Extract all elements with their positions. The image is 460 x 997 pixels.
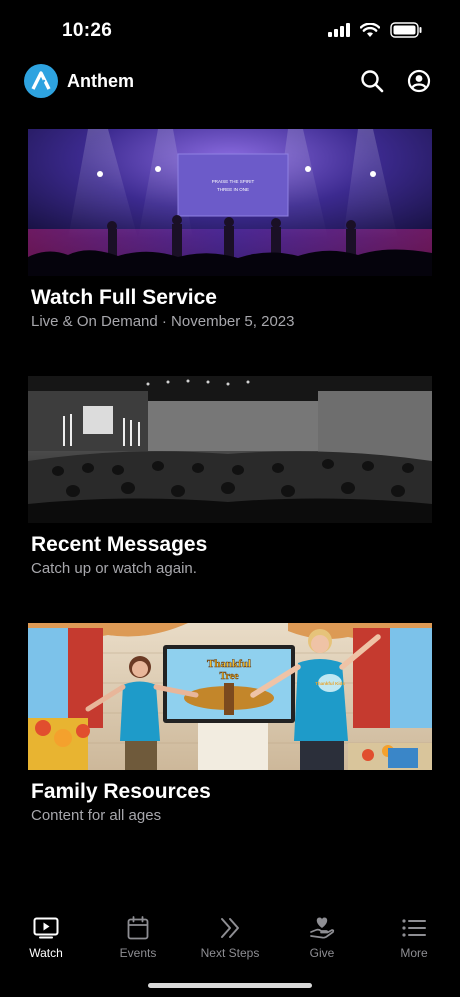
tab-more[interactable]: More xyxy=(368,915,460,960)
tab-label: Watch xyxy=(29,946,63,960)
family-resources-card[interactable]: Thankful Tree Thankful Kids Family Resou… xyxy=(28,623,432,824)
card-title: Watch Full Service xyxy=(31,286,217,309)
cellular-signal-icon xyxy=(328,23,350,37)
chevrons-right-icon xyxy=(221,918,239,938)
screen-title-1: Thankful xyxy=(207,658,251,670)
tab-give[interactable]: Give xyxy=(276,915,368,960)
recent-messages-card[interactable]: Recent Messages Catch up or watch again. xyxy=(28,376,432,577)
card-title: Family Resources xyxy=(31,780,211,803)
auditorium-image xyxy=(28,376,432,523)
home-indicator[interactable] xyxy=(148,983,312,988)
screen-line-1: PRAISE THE SPIRIT xyxy=(212,179,255,184)
menu-list-icon xyxy=(402,919,426,937)
heart-hand-icon xyxy=(310,917,335,939)
app-name: Anthem xyxy=(67,71,134,91)
app-logo xyxy=(24,64,58,98)
tab-label: More xyxy=(400,946,428,960)
play-screen-icon xyxy=(33,917,59,939)
wifi-icon xyxy=(360,22,380,37)
card-subtitle: Catch up or watch again. xyxy=(31,560,197,577)
tab-label: Give xyxy=(309,946,335,960)
tab-watch[interactable]: Watch xyxy=(0,915,92,960)
watch-full-service-card[interactable]: PRAISE THE SPIRIT THREE IN ONE Watch Ful… xyxy=(28,129,432,330)
screen-line-2: THREE IN ONE xyxy=(217,187,249,192)
tab-next-steps[interactable]: Next Steps xyxy=(184,915,276,960)
profile-icon xyxy=(407,69,431,93)
status-icons xyxy=(328,22,422,38)
status-time: 10:26 xyxy=(62,20,113,41)
card-title: Recent Messages xyxy=(31,533,208,556)
worship-service-image: PRAISE THE SPIRIT THREE IN ONE xyxy=(28,129,432,276)
anthem-logo-icon xyxy=(31,71,51,90)
calendar-icon xyxy=(127,916,149,940)
tab-label: Next Steps xyxy=(200,946,260,960)
battery-icon xyxy=(390,22,422,38)
search-button[interactable] xyxy=(359,68,385,94)
profile-button[interactable] xyxy=(406,68,432,94)
kids-ministry-image: Thankful Tree Thankful Kids xyxy=(28,623,432,770)
app-header: Anthem xyxy=(0,62,460,102)
shirt-text: Thankful Kids xyxy=(315,681,345,686)
tab-label: Events xyxy=(119,946,157,960)
card-subtitle: Content for all ages xyxy=(31,807,162,824)
search-icon xyxy=(361,70,384,93)
card-subtitle: Live & On Demand · November 5, 2023 xyxy=(31,313,295,330)
status-bar: 10:26 xyxy=(0,0,460,60)
screen-title-2: Tree xyxy=(219,671,239,682)
tab-events[interactable]: Events xyxy=(92,915,184,960)
